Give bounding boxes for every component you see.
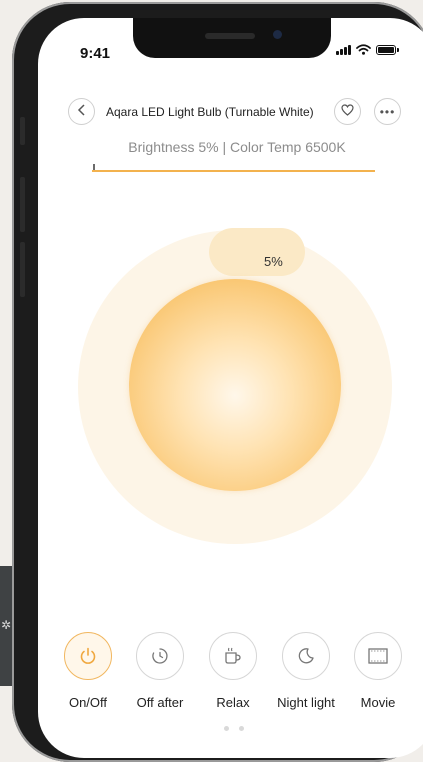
app-screen: 9:41 Aqara LED Light Bulb (Turnable Whit <box>38 18 423 758</box>
mode-label: Night light <box>277 695 335 710</box>
battery-icon <box>376 45 399 55</box>
power-icon <box>64 632 112 680</box>
mode-label: Relax <box>216 695 250 710</box>
page-dot[interactable] <box>224 726 229 731</box>
mode-movie[interactable]: Movie <box>343 632 413 710</box>
brightness-slider[interactable] <box>92 170 375 172</box>
favorite-button[interactable] <box>334 98 361 125</box>
brightness-indicator[interactable] <box>209 228 305 276</box>
mode-label: Movie <box>360 695 396 710</box>
page-dot[interactable] <box>239 726 244 731</box>
mode-on-off[interactable]: On/Off <box>53 632 123 710</box>
chevron-left-icon <box>77 103 87 121</box>
signal-icon <box>336 44 351 55</box>
status-text: Brightness 5% | Color Temp 6500K <box>128 139 346 155</box>
cup-icon <box>209 632 257 680</box>
wifi-icon <box>356 44 371 55</box>
moon-icon <box>282 632 330 680</box>
timer-icon <box>136 632 184 680</box>
phone-frame: 9:41 Aqara LED Light Bulb (Turnable Whit <box>12 2 423 762</box>
mode-night-light[interactable]: Night light <box>271 632 341 710</box>
asterisk-icon: ✲ <box>1 618 12 632</box>
mode-label: Off after <box>136 695 184 710</box>
heart-icon <box>341 103 354 121</box>
more-button[interactable]: ••• <box>374 98 401 125</box>
ellipsis-icon: ••• <box>379 104 396 119</box>
front-camera <box>273 30 282 39</box>
mode-off-after[interactable]: Off after <box>125 632 195 710</box>
mode-label: On/Off <box>68 695 108 710</box>
mode-relax[interactable]: Relax <box>198 632 268 710</box>
back-button[interactable] <box>68 98 95 125</box>
speaker <box>205 33 255 39</box>
device-title: Aqara LED Light Bulb (Turnable White) <box>106 105 314 119</box>
brightness-value: 5% <box>264 254 283 269</box>
header: Aqara LED Light Bulb (Turnable White) ••… <box>38 98 423 128</box>
film-icon <box>354 632 402 680</box>
notch <box>133 18 331 58</box>
page-indicator <box>224 726 244 731</box>
brightness-slider-fill <box>92 170 375 172</box>
volume-down-button <box>20 242 25 297</box>
brightness-dial[interactable] <box>129 279 341 491</box>
status-time: 9:41 <box>80 45 111 62</box>
volume-up-button <box>20 177 25 232</box>
mute-switch <box>20 117 25 145</box>
brightness-slider-handle[interactable] <box>93 164 95 170</box>
status-icons <box>336 44 399 55</box>
